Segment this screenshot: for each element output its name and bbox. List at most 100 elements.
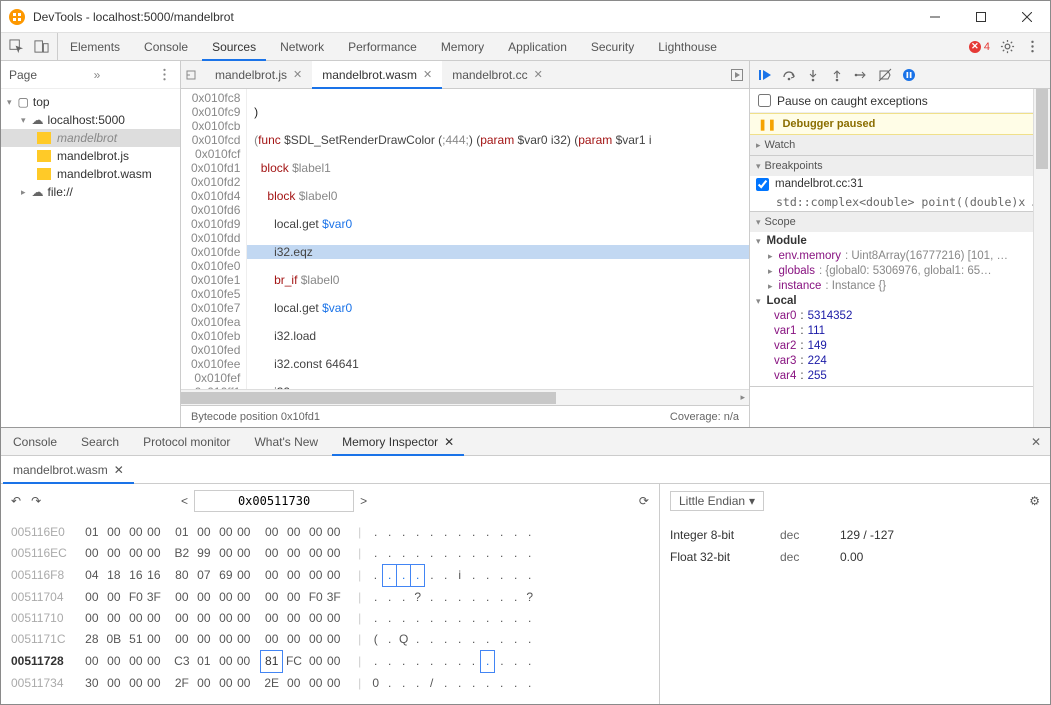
- endian-select[interactable]: Little Endian▾: [670, 491, 764, 511]
- main-tab-memory[interactable]: Memory: [429, 33, 496, 60]
- resume-icon[interactable]: [758, 68, 772, 82]
- scope-local[interactable]: Local: [756, 294, 1044, 309]
- undo-icon[interactable]: ↶: [11, 494, 21, 508]
- drawer: ConsoleSearchProtocol monitorWhat's NewM…: [1, 427, 1050, 704]
- next-page-icon[interactable]: >: [360, 494, 367, 508]
- refresh-icon[interactable]: ⟳: [639, 494, 649, 508]
- navigator-pane: Page » ▢top ☁localhost:5000 mandelbrot m…: [1, 61, 181, 427]
- memory-interpret-pane: Little Endian▾ ⚙ Integer 8-bitdec129 / -…: [660, 484, 1050, 704]
- close-icon[interactable]: ✕: [293, 68, 302, 81]
- memory-hex-pane: ↶ ↷ < > ⟳ 005116E00100000001000000000000…: [1, 484, 660, 704]
- main-tab-performance[interactable]: Performance: [336, 33, 429, 60]
- error-icon: ✕: [969, 41, 981, 53]
- file-tree: ▢top ☁localhost:5000 mandelbrot mandelbr…: [1, 89, 180, 205]
- step-into-icon[interactable]: [806, 68, 820, 82]
- drawer-tab[interactable]: Console: [1, 428, 69, 455]
- drawer-tab[interactable]: Protocol monitor: [131, 428, 242, 455]
- close-button[interactable]: [1004, 1, 1050, 33]
- tree-host[interactable]: ☁localhost:5000: [1, 111, 180, 129]
- step-over-icon[interactable]: [782, 68, 796, 82]
- close-icon[interactable]: ✕: [114, 463, 124, 477]
- redo-icon[interactable]: ↷: [31, 494, 41, 508]
- scope-env-memory[interactable]: env.memory: Uint8Array(16777216) [101, …: [756, 249, 1044, 264]
- prev-page-icon[interactable]: <: [181, 494, 188, 508]
- error-badge[interactable]: ✕4: [969, 41, 990, 53]
- gutter: 0x010fc80x010fc90x010fcb0x010fcd0x010fcf…: [181, 89, 247, 389]
- debugger-paused-banner: ❚❚ Debugger paused: [750, 113, 1050, 135]
- step-icon[interactable]: [854, 68, 868, 82]
- device-toggle-icon[interactable]: [34, 39, 49, 54]
- more-icon[interactable]: [1025, 39, 1040, 54]
- chevron-down-icon: ▾: [749, 494, 755, 508]
- file-tab[interactable]: mandelbrot.js✕: [205, 61, 312, 88]
- memory-file-tab[interactable]: mandelbrot.wasm✕: [1, 456, 136, 483]
- debug-toolbar: [750, 61, 1050, 89]
- main-tab-security[interactable]: Security: [579, 33, 646, 60]
- main-tab-lighthouse[interactable]: Lighthouse: [646, 33, 729, 60]
- memory-inspector-body: ↶ ↷ < > ⟳ 005116E00100000001000000000000…: [1, 484, 1050, 704]
- scope-module[interactable]: Module: [756, 234, 1044, 249]
- file-tab[interactable]: mandelbrot.cc✕: [442, 61, 553, 88]
- drawer-tab[interactable]: Search: [69, 428, 131, 455]
- interpret-settings-icon[interactable]: ⚙: [1029, 494, 1040, 508]
- inspect-icon[interactable]: [9, 39, 24, 54]
- coverage-status: Coverage: n/a: [670, 411, 739, 423]
- horizontal-scrollbar[interactable]: ▸: [181, 389, 749, 405]
- maximize-button[interactable]: [958, 1, 1004, 33]
- tabs-run-icon[interactable]: [725, 61, 749, 88]
- main-tab-network[interactable]: Network: [268, 33, 336, 60]
- interpret-row: Integer 8-bitdec129 / -127: [670, 524, 1040, 546]
- local-var[interactable]: var0: 5314352: [756, 309, 1044, 324]
- code-editor[interactable]: 0x010fc80x010fc90x010fcb0x010fcd0x010fcf…: [181, 89, 749, 389]
- editor-pane: mandelbrot.js✕mandelbrot.wasm✕mandelbrot…: [181, 61, 750, 427]
- vertical-scrollbar[interactable]: [1033, 89, 1050, 427]
- pause-caught-input[interactable]: [758, 94, 771, 107]
- scope-section: Scope Module env.memory: Uint8Array(1677…: [750, 212, 1050, 387]
- tree-page[interactable]: mandelbrot: [1, 129, 180, 147]
- pause-caught-checkbox[interactable]: Pause on caught exceptions: [750, 89, 1050, 113]
- close-icon[interactable]: ✕: [423, 68, 432, 81]
- close-icon[interactable]: ✕: [444, 435, 454, 449]
- main-tab-sources[interactable]: Sources: [200, 33, 268, 60]
- watch-section[interactable]: Watch: [750, 135, 1050, 156]
- close-icon[interactable]: ✕: [534, 68, 543, 81]
- scope-globals[interactable]: globals: {global0: 5306976, global1: 65…: [756, 264, 1044, 279]
- app-window: DevTools - localhost:5000/mandelbrot Ele…: [0, 0, 1051, 705]
- breakpoints-section: Breakpoints mandelbrot.cc:31 std::comple…: [750, 156, 1050, 212]
- nav-more-icon[interactable]: [157, 67, 172, 82]
- tabs-prev-icon[interactable]: [181, 61, 205, 88]
- devtools-icon: [9, 9, 25, 25]
- tree-file-js[interactable]: mandelbrot.js: [1, 147, 180, 165]
- main-tab-console[interactable]: Console: [132, 33, 200, 60]
- hex-viewer[interactable]: 005116E0010000000100000000000000|.......…: [1, 518, 659, 704]
- scope-instance[interactable]: instance: Instance {}: [756, 279, 1044, 294]
- breakpoint-item[interactable]: mandelbrot.cc:31: [750, 176, 1050, 193]
- main-tab-application[interactable]: Application: [496, 33, 579, 60]
- file-tabs: mandelbrot.js✕mandelbrot.wasm✕mandelbrot…: [181, 61, 749, 89]
- bp-checkbox[interactable]: [756, 178, 769, 191]
- minimize-button[interactable]: [912, 1, 958, 33]
- code-lines: ) (func $SDL_SetRenderDrawColor (;444;) …: [247, 89, 749, 389]
- main-tab-elements[interactable]: Elements: [58, 33, 132, 60]
- tree-file-scheme[interactable]: ☁file://: [1, 183, 180, 201]
- local-var[interactable]: var3: 224: [756, 354, 1044, 369]
- local-var[interactable]: var2: 149: [756, 339, 1044, 354]
- file-tab[interactable]: mandelbrot.wasm✕: [312, 61, 442, 88]
- address-input[interactable]: [194, 490, 354, 512]
- local-var[interactable]: var1: 111: [756, 324, 1044, 339]
- bytecode-position: Bytecode position 0x10fd1: [191, 411, 320, 423]
- nav-more-tabs-icon[interactable]: »: [94, 68, 101, 82]
- window-title: DevTools - localhost:5000/mandelbrot: [33, 10, 912, 24]
- navigator-header: Page »: [1, 61, 180, 89]
- local-var[interactable]: var4: 255: [756, 369, 1044, 384]
- drawer-tab[interactable]: Memory Inspector✕: [330, 428, 466, 455]
- interpret-row: Float 32-bitdec0.00: [670, 546, 1040, 568]
- tree-top[interactable]: ▢top: [1, 93, 180, 111]
- deactivate-bp-icon[interactable]: [878, 68, 892, 82]
- drawer-tab[interactable]: What's New: [242, 428, 330, 455]
- step-out-icon[interactable]: [830, 68, 844, 82]
- settings-icon[interactable]: [1000, 39, 1015, 54]
- drawer-close-icon[interactable]: ✕: [1022, 428, 1050, 455]
- tree-file-wasm[interactable]: mandelbrot.wasm: [1, 165, 180, 183]
- pause-exceptions-icon[interactable]: [902, 68, 916, 82]
